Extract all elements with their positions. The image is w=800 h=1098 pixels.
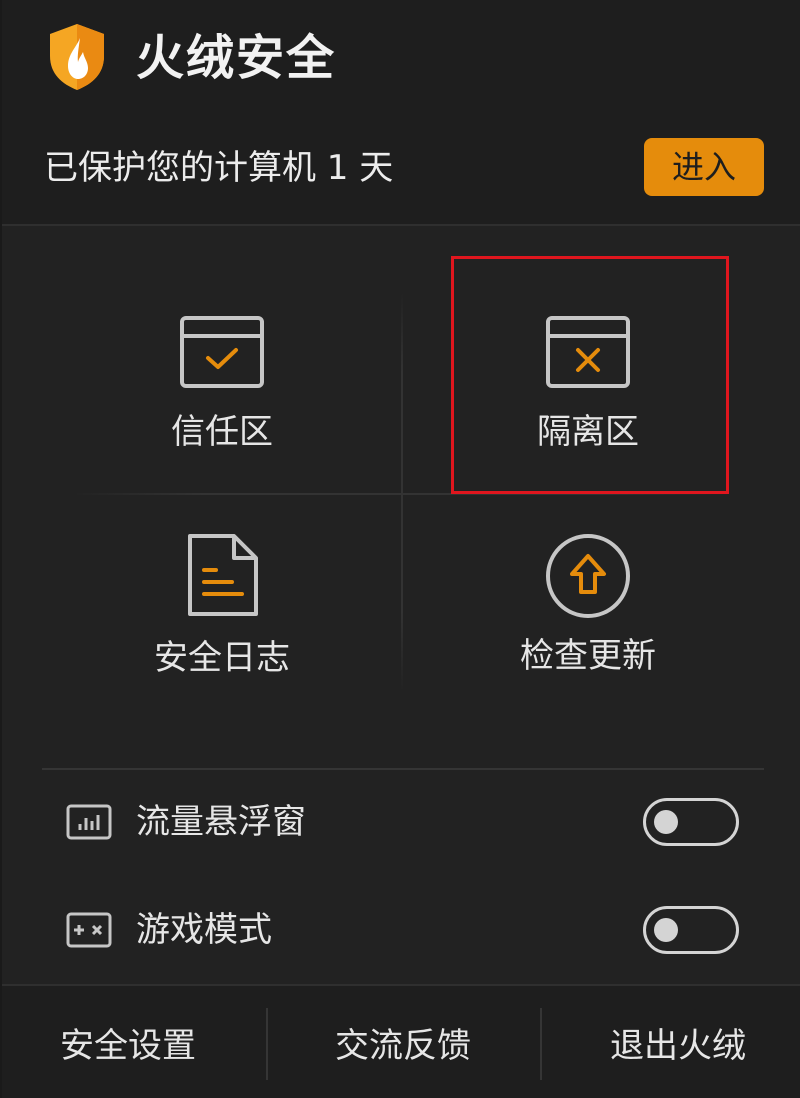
traffic-float-row: 流量悬浮窗 xyxy=(2,782,800,862)
grid-divider-vertical xyxy=(401,292,403,692)
update-arrow-icon xyxy=(546,534,630,618)
protection-status: 已保护您的计算机 1 天 xyxy=(44,148,394,188)
game-mode-row: 游戏模式 xyxy=(2,890,800,970)
trust-zone-tile[interactable]: 信任区 xyxy=(82,314,362,454)
footer: 安全设置 交流反馈 退出火绒 xyxy=(2,986,800,1098)
gamepad-icon xyxy=(66,912,112,948)
enter-button[interactable]: 进入 xyxy=(644,138,764,196)
settings-divider xyxy=(42,768,764,770)
exit-huorong-button[interactable]: 退出火绒 xyxy=(568,1024,788,1068)
traffic-chart-icon xyxy=(66,804,112,840)
header-divider xyxy=(2,224,800,226)
check-update-tile[interactable]: 检查更新 xyxy=(448,532,728,678)
check-update-label: 检查更新 xyxy=(520,636,656,676)
game-mode-toggle[interactable] xyxy=(643,906,739,954)
huorong-logo-icon xyxy=(50,24,104,90)
security-log-tile[interactable]: 安全日志 xyxy=(82,532,362,680)
footer-separator xyxy=(266,1008,268,1080)
toggle-knob xyxy=(654,918,678,942)
toggle-knob xyxy=(654,810,678,834)
trust-zone-label: 信任区 xyxy=(171,412,273,452)
quarantine-highlight-box xyxy=(451,256,729,494)
huorong-tray-menu: 火绒安全 已保护您的计算机 1 天 进入 信任区 隔离区 安全日志 检查更新 流… xyxy=(0,0,800,1098)
traffic-float-toggle[interactable] xyxy=(643,798,739,846)
traffic-float-label: 流量悬浮窗 xyxy=(136,802,306,842)
log-document-icon xyxy=(188,534,258,616)
footer-separator xyxy=(540,1008,542,1080)
app-title: 火绒安全 xyxy=(136,30,337,86)
feedback-button[interactable]: 交流反馈 xyxy=(293,1024,513,1068)
security-settings-button[interactable]: 安全设置 xyxy=(18,1024,238,1068)
security-log-label: 安全日志 xyxy=(154,638,290,678)
game-mode-label: 游戏模式 xyxy=(136,910,272,950)
header: 火绒安全 已保护您的计算机 1 天 进入 xyxy=(2,0,800,224)
trust-zone-icon xyxy=(180,316,264,388)
